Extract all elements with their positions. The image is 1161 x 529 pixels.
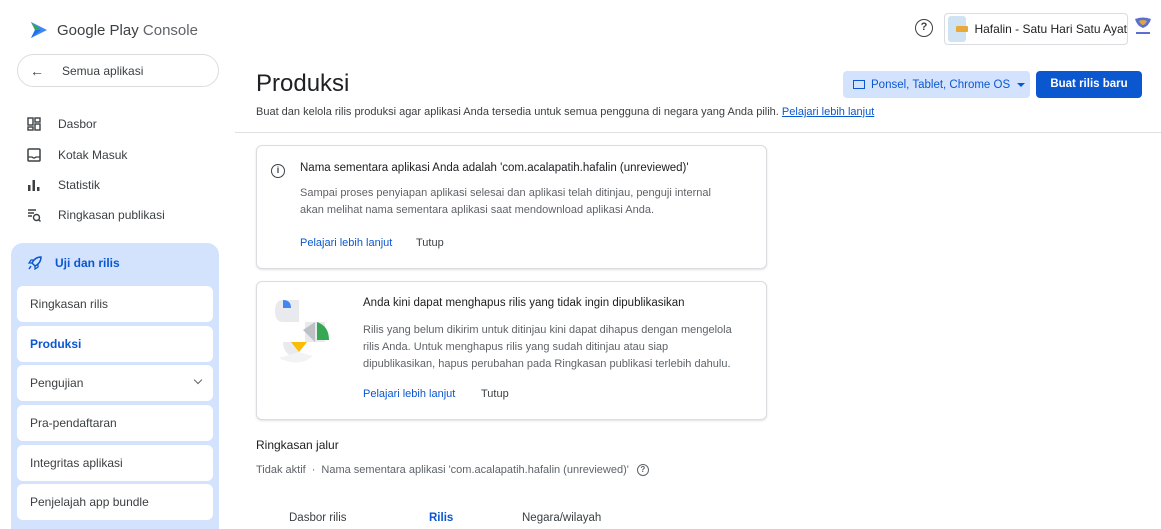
tab-dasbor-rilis[interactable]: Dasbor rilis <box>289 512 347 524</box>
top-bar: Google Play Console ? Hafalin - Satu Har… <box>0 0 1161 58</box>
sidebar-item-pra-pendaftaran[interactable]: Pra-pendaftaran <box>17 405 213 441</box>
app-icon <box>948 16 969 42</box>
card-close-button[interactable]: Tutup <box>481 388 509 400</box>
sidebar-item-label: Ringkasan rilis <box>30 297 109 311</box>
developer-logo-icon[interactable] <box>1133 16 1153 38</box>
devices-icon <box>853 80 865 89</box>
sidebar-item-dasbor[interactable]: Dasbor <box>27 117 97 131</box>
logo-text: Google Play Console <box>57 21 198 39</box>
info-icon: i <box>271 164 285 178</box>
status-separator: · <box>311 464 316 476</box>
sidebar-item-kotak-masuk[interactable]: Kotak Masuk <box>27 148 127 162</box>
sidebar-item-label: Kotak Masuk <box>58 148 128 162</box>
back-label: Semua aplikasi <box>62 63 144 78</box>
sidebar-item-pengujian[interactable]: Pengujian <box>17 365 213 401</box>
app-name: Hafalin - Satu Hari Satu Ayat <box>974 22 1127 36</box>
card-close-button[interactable]: Tutup <box>416 237 444 249</box>
sidebar-item-label: Dasbor <box>58 117 97 131</box>
page-description-text: Buat dan kelola rilis produksi agar apli… <box>256 106 779 118</box>
card-title: Anda kini dapat menghapus rilis yang tid… <box>363 297 685 309</box>
google-play-console-logo[interactable]: Google Play Console <box>29 20 198 40</box>
device-filter-dropdown[interactable]: Ponsel, Tablet, Chrome OS <box>843 71 1030 98</box>
publishing-overview-icon <box>28 209 41 222</box>
app-selector[interactable]: Hafalin - Satu Hari Satu Ayat <box>944 13 1128 45</box>
sidebar-item-integritas-aplikasi[interactable]: Integritas aplikasi <box>17 445 213 481</box>
tab-rilis[interactable]: Rilis <box>429 512 453 524</box>
sidebar-item-label: Penjelajah app bundle <box>30 495 149 509</box>
card-body: Rilis yang belum dikirim untuk ditinjau … <box>363 324 732 370</box>
bar-chart-icon <box>28 180 40 191</box>
help-icon[interactable]: ? <box>636 464 649 476</box>
header-divider <box>235 132 1161 133</box>
device-filter-label: Ponsel, Tablet, Chrome OS <box>871 78 1011 91</box>
sidebar-item-label: Pra-pendaftaran <box>30 416 117 430</box>
track-status: Tidak aktif · Nama sementara aplikasi 'c… <box>256 464 649 476</box>
temporary-name-notice-card: i Nama sementara aplikasi Anda adalah 'c… <box>256 145 767 269</box>
learn-more-link[interactable]: Pelajari lebih lanjut <box>782 106 874 118</box>
caret-down-icon <box>1017 82 1026 87</box>
card-learn-more-link[interactable]: Pelajari lebih lanjut <box>300 237 392 249</box>
sidebar-group-uji-dan-rilis: Uji dan rilis Ringkasan rilis Produksi P… <box>11 243 219 529</box>
sidebar-item-ringkasan-publikasi[interactable]: Ringkasan publikasi <box>27 208 165 222</box>
sidebar-group-label: Uji dan rilis <box>55 256 120 270</box>
sidebar-item-label: Produksi <box>30 337 82 351</box>
tab-negara-wilayah[interactable]: Negara/wilayah <box>522 512 601 524</box>
page-description: Buat dan kelola rilis produksi agar apli… <box>256 106 874 118</box>
release-illustration <box>275 300 329 363</box>
back-to-all-apps-button[interactable]: ← Semua aplikasi <box>17 54 219 87</box>
sidebar-item-produksi[interactable]: Produksi <box>17 326 213 362</box>
help-icon[interactable]: ? <box>915 19 933 37</box>
rocket-icon <box>28 256 42 270</box>
sidebar-item-ringkasan-rilis[interactable]: Ringkasan rilis <box>17 286 213 322</box>
card-learn-more-link[interactable]: Pelajari lebih lanjut <box>363 388 455 400</box>
sidebar-item-penjelajah-app-bundle[interactable]: Penjelajah app bundle <box>17 484 213 520</box>
arrow-left-icon: ← <box>30 62 44 79</box>
track-summary-title: Ringkasan jalur <box>256 438 339 452</box>
sidebar-item-label: Integritas aplikasi <box>30 456 123 470</box>
card-title: Nama sementara aplikasi Anda adalah 'com… <box>300 162 689 174</box>
status-detail: Nama sementara aplikasi 'com.acalapatih.… <box>321 464 629 476</box>
play-logo-icon <box>31 22 47 38</box>
sidebar-item-statistik[interactable]: Statistik <box>27 178 100 192</box>
inbox-icon <box>27 148 41 162</box>
delete-release-notice-card: Anda kini dapat menghapus rilis yang tid… <box>256 281 767 420</box>
sidebar-item-label: Statistik <box>58 178 101 192</box>
chevron-down-icon <box>193 375 203 385</box>
status-text: Tidak aktif <box>256 464 306 476</box>
create-new-release-button[interactable]: Buat rilis baru <box>1036 71 1142 98</box>
dashboard-icon <box>27 117 41 131</box>
sidebar-item-label: Ringkasan publikasi <box>58 208 165 222</box>
sidebar-item-label: Pengujian <box>30 376 84 390</box>
sidebar-group-header[interactable]: Uji dan rilis <box>28 256 120 270</box>
page-title: Produksi <box>256 70 350 97</box>
card-body: Sampai proses penyiapan aplikasi selesai… <box>300 187 711 216</box>
